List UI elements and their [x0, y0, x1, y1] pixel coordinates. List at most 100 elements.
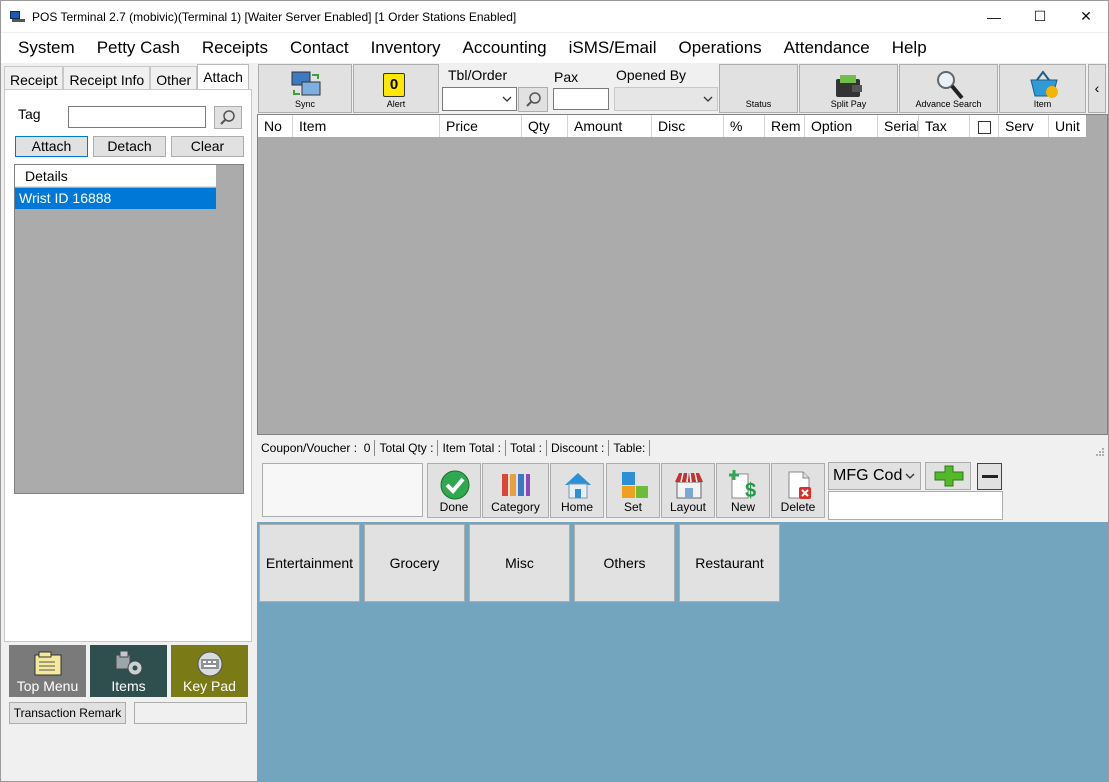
top-menu-label: Top Menu: [16, 678, 79, 694]
column-disc[interactable]: Disc: [652, 115, 724, 137]
mfg-code-select[interactable]: MFG Cod: [828, 462, 921, 490]
column-serv[interactable]: Serv: [999, 115, 1049, 137]
order-note-box[interactable]: [262, 463, 423, 517]
check-icon: [440, 470, 470, 500]
menu-attendance[interactable]: Attendance: [773, 33, 881, 63]
tbl-order-search-button[interactable]: [518, 87, 548, 112]
set-button[interactable]: Set: [606, 463, 660, 518]
order-grid-header: No Item Price Qty Amount Disc % Rem Opti…: [258, 115, 1086, 137]
pos-window: POS Terminal 2.7 (mobivic)(Terminal 1) […: [0, 0, 1109, 782]
opened-by-select[interactable]: [614, 87, 718, 111]
column-rem[interactable]: Rem: [765, 115, 805, 137]
discount-label: Discount :: [547, 440, 610, 456]
transaction-remark-button[interactable]: Transaction Remark: [9, 702, 126, 724]
order-grid: No Item Price Qty Amount Disc % Rem Opti…: [257, 114, 1108, 435]
column-unit[interactable]: Unit: [1049, 115, 1086, 137]
home-button[interactable]: Home: [550, 463, 604, 518]
status-button[interactable]: Status: [719, 64, 798, 113]
category-entertainment[interactable]: Entertainment: [259, 524, 360, 602]
top-menu-tile[interactable]: Top Menu: [9, 645, 86, 697]
total-qty-label: Total Qty :: [375, 440, 439, 456]
mfg-code-input[interactable]: [828, 491, 1003, 520]
coupon-voucher-text: Coupon/Voucher :: [261, 441, 358, 455]
tbl-order-label: Tbl/Order: [448, 67, 508, 83]
column-no[interactable]: No: [258, 115, 293, 137]
column-select-all[interactable]: [970, 115, 999, 137]
sync-button[interactable]: Sync: [258, 64, 352, 113]
menu-contact[interactable]: Contact: [279, 33, 360, 63]
details-list: Details Wrist ID 16888: [14, 164, 244, 494]
items-tile[interactable]: Items: [90, 645, 167, 697]
select-all-checkbox[interactable]: [978, 120, 991, 134]
category-misc[interactable]: Misc: [469, 524, 570, 602]
svg-text:$: $: [745, 480, 756, 500]
column-percent[interactable]: %: [724, 115, 765, 137]
remove-item-button[interactable]: [977, 463, 1002, 490]
category-others[interactable]: Others: [574, 524, 675, 602]
attach-button[interactable]: Attach: [15, 136, 88, 157]
column-serial[interactable]: Serial: [878, 115, 919, 137]
opened-by-label: Opened By: [616, 67, 687, 83]
delete-button[interactable]: Delete: [771, 463, 825, 518]
home-icon: [565, 473, 591, 499]
delete-document-icon: [788, 471, 811, 499]
layout-button[interactable]: Layout: [661, 463, 715, 518]
left-bottom-blank: [1, 728, 256, 781]
clear-button[interactable]: Clear: [171, 136, 244, 157]
left-tab-strip: Receipt Receipt Info Other Attach: [4, 64, 249, 90]
column-price[interactable]: Price: [440, 115, 522, 137]
set-label: Set: [623, 500, 642, 514]
close-button[interactable]: ✕: [1063, 1, 1109, 32]
details-column-header[interactable]: Details: [15, 165, 216, 187]
category-button[interactable]: Category: [482, 463, 549, 518]
menu-system[interactable]: System: [7, 33, 86, 63]
title-bar: POS Terminal 2.7 (mobivic)(Terminal 1) […: [1, 1, 1108, 32]
category-restaurant[interactable]: Restaurant: [679, 524, 780, 602]
tbl-order-select[interactable]: [442, 87, 517, 111]
window-title: POS Terminal 2.7 (mobivic)(Terminal 1) […: [32, 9, 517, 24]
toolbar-collapse-button[interactable]: ‹: [1088, 64, 1106, 113]
column-amount[interactable]: Amount: [568, 115, 652, 137]
column-item[interactable]: Item: [293, 115, 440, 137]
tab-other[interactable]: Other: [150, 66, 198, 90]
tab-receipt-info[interactable]: Receipt Info: [63, 66, 151, 90]
column-option[interactable]: Option: [805, 115, 878, 137]
menu-accounting[interactable]: Accounting: [452, 33, 558, 63]
column-tax[interactable]: Tax: [919, 115, 970, 137]
menu-receipts[interactable]: Receipts: [191, 33, 279, 63]
tag-search-button[interactable]: [214, 106, 242, 129]
key-pad-tile[interactable]: Key Pad: [171, 645, 248, 697]
tag-input[interactable]: [68, 106, 206, 128]
pax-label: Pax: [554, 69, 579, 85]
alert-badge: 0: [383, 73, 405, 97]
menu-help[interactable]: Help: [881, 33, 938, 63]
shop-icon: [675, 472, 703, 499]
advance-search-button[interactable]: Advance Search: [899, 64, 998, 113]
menu-operations[interactable]: Operations: [668, 33, 773, 63]
category-grocery[interactable]: Grocery: [364, 524, 465, 602]
transaction-remark-field[interactable]: [134, 702, 247, 724]
menu-inventory[interactable]: Inventory: [360, 33, 452, 63]
list-item[interactable]: Wrist ID 16888: [15, 188, 216, 209]
binders-icon: [502, 474, 530, 496]
menu-isms-email[interactable]: iSMS/Email: [558, 33, 668, 63]
resize-grip-icon[interactable]: [1095, 447, 1105, 457]
item-button[interactable]: Item: [999, 64, 1086, 113]
split-pay-button[interactable]: Split Pay: [799, 64, 898, 113]
pax-input[interactable]: [553, 88, 609, 110]
sync-icon: [291, 71, 321, 96]
done-button[interactable]: Done: [427, 463, 481, 518]
menu-petty-cash[interactable]: Petty Cash: [86, 33, 191, 63]
minimize-button[interactable]: —: [971, 1, 1017, 32]
new-button[interactable]: $ New: [716, 463, 770, 518]
column-qty[interactable]: Qty: [522, 115, 568, 137]
add-item-button[interactable]: [925, 462, 971, 490]
category-panel: Entertainment Grocery Misc Others Restau…: [257, 522, 1108, 782]
coupon-voucher-value: 0: [363, 441, 371, 455]
mfg-code-value: MFG Cod: [833, 467, 903, 484]
maximize-button[interactable]: ☐: [1017, 1, 1063, 32]
tab-attach[interactable]: Attach: [197, 64, 249, 90]
tab-receipt[interactable]: Receipt: [4, 66, 64, 90]
detach-button[interactable]: Detach: [93, 136, 166, 157]
alert-button[interactable]: 0 Alert: [353, 64, 439, 113]
